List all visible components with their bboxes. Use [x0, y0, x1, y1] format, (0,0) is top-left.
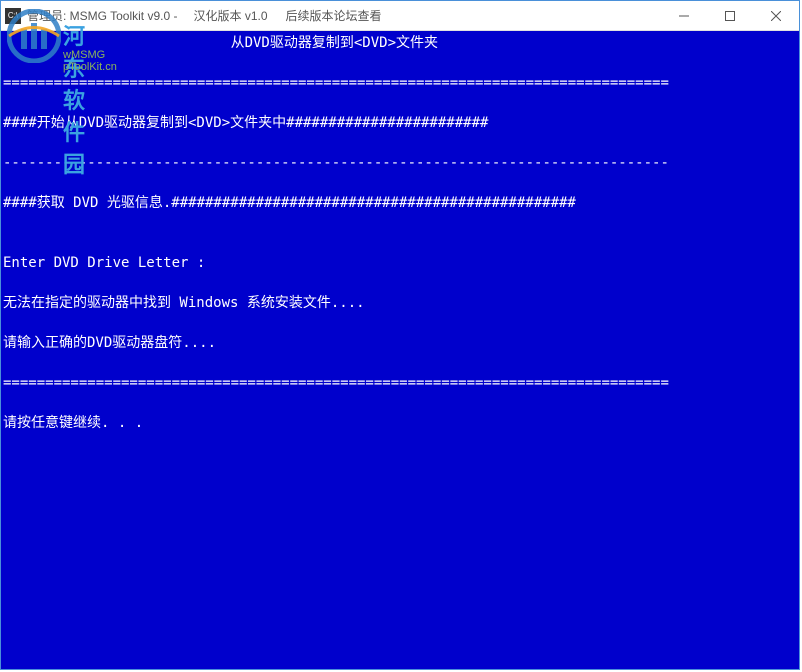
- console-line: [1, 133, 799, 153]
- menu-item-version[interactable]: 汉化版本 v1.0: [193, 7, 267, 24]
- console-line: [1, 233, 799, 253]
- console-line: Enter DVD Drive Letter :: [1, 253, 799, 273]
- console-line: [1, 393, 799, 413]
- cmd-icon: C:\: [5, 8, 21, 24]
- maximize-button[interactable]: [707, 1, 753, 31]
- console-line: [1, 353, 799, 373]
- console-output[interactable]: 从DVD驱动器复制到<DVD>文件夹 =====================…: [1, 31, 799, 669]
- menu-item-forum[interactable]: 后续版本论坛查看: [286, 7, 382, 24]
- console-line: [1, 213, 799, 233]
- console-line: [1, 53, 799, 73]
- titlebar-menu: 汉化版本 v1.0 后续版本论坛查看: [193, 7, 381, 24]
- console-line: ####获取 DVD 光驱信息.########################…: [1, 193, 799, 213]
- titlebar[interactable]: C:\ 管理员: MSMG Toolkit v9.0 - 汉化版本 v1.0 后…: [1, 1, 799, 31]
- console-line: [1, 173, 799, 193]
- window-controls: [661, 1, 799, 31]
- console-line: ####开始从DVD驱动器复制到<DVD>文件夹中###############…: [1, 113, 799, 133]
- console-line: [1, 93, 799, 113]
- console-line: ========================================…: [1, 373, 799, 393]
- app-window: 河东软件园 wMSMG pToolKit.cn C:\ 管理员: MSMG To…: [0, 0, 800, 670]
- minimize-button[interactable]: [661, 1, 707, 31]
- console-line: [1, 273, 799, 293]
- console-line: 从DVD驱动器复制到<DVD>文件夹: [1, 33, 799, 53]
- console-line: 请按任意键继续. . .: [1, 413, 799, 433]
- console-line: 请输入正确的DVD驱动器盘符....: [1, 333, 799, 353]
- close-button[interactable]: [753, 1, 799, 31]
- maximize-icon: [725, 11, 735, 21]
- window-title: 管理员: MSMG Toolkit v9.0 -: [27, 7, 177, 24]
- console-line: ----------------------------------------…: [1, 153, 799, 173]
- close-icon: [771, 11, 781, 21]
- minimize-icon: [679, 11, 689, 21]
- console-line: [1, 313, 799, 333]
- console-line: 无法在指定的驱动器中找到 Windows 系统安装文件....: [1, 293, 799, 313]
- console-line: ========================================…: [1, 73, 799, 93]
